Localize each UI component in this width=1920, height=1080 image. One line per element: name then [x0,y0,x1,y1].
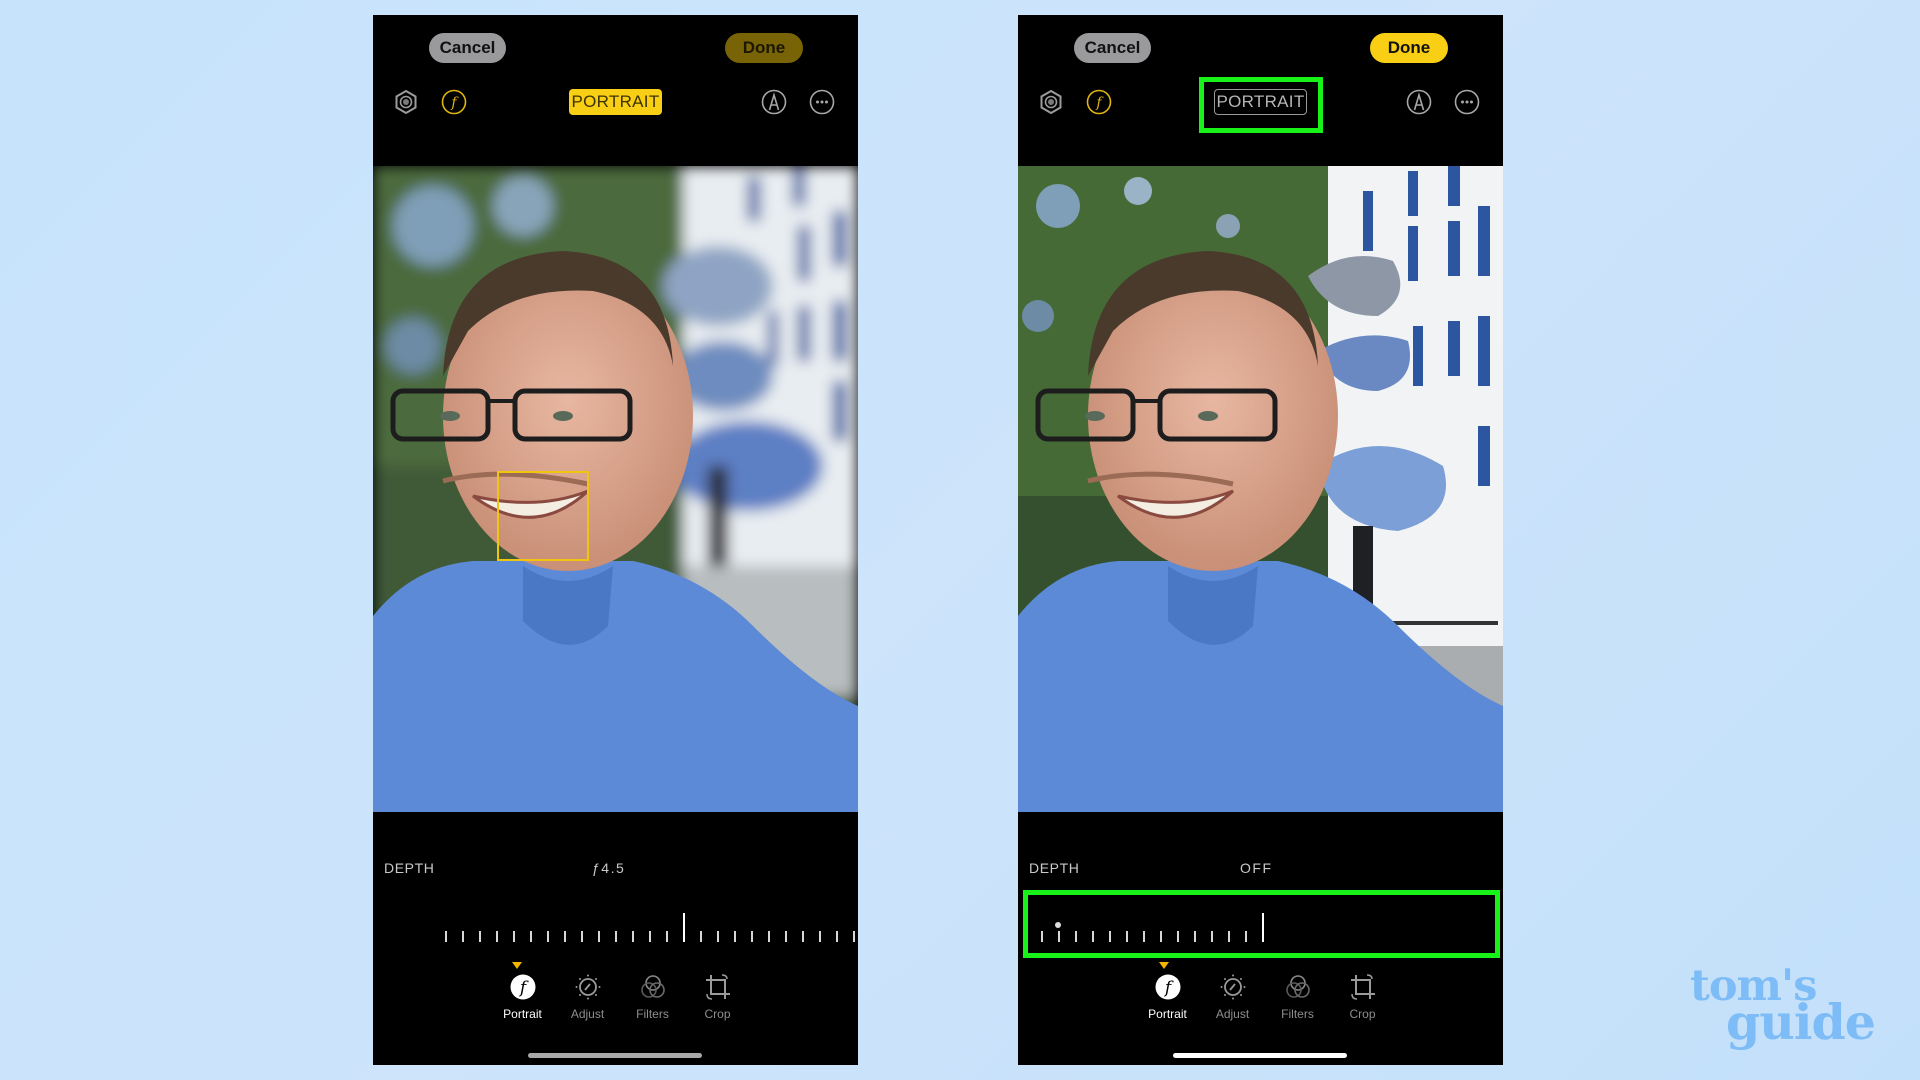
cancel-button[interactable]: Cancel [429,33,506,63]
slider-tick [615,931,617,942]
face-focus-box [497,471,589,561]
adjust-dial-icon [574,973,602,1001]
tab-label: Adjust [1215,1007,1250,1021]
slider-start-dot [1055,922,1061,928]
more-ellipsis-icon[interactable] [1454,89,1480,115]
portrait-photo[interactable] [373,166,858,812]
slider-tick [1109,931,1111,942]
portrait-toggle[interactable]: PORTRAIT [569,89,662,115]
slider-tick [751,931,753,942]
slider-tick [632,931,634,942]
live-photo-icon[interactable] [1038,89,1064,115]
phone-screenshot-before: Cancel Done f PORTRAIT DEPTH ƒ4.5 f Port… [373,15,858,1065]
more-ellipsis-icon[interactable] [809,89,835,115]
slider-tick [1075,931,1077,942]
portrait-f-icon: f [509,973,537,1001]
home-indicator[interactable] [528,1053,702,1058]
slider-tick [1177,931,1179,942]
slider-tick [462,931,464,942]
f-stop-icon[interactable]: f [441,89,467,115]
slider-tick [1143,931,1145,942]
selected-mode-caret [512,962,522,969]
slider-tick [649,931,651,942]
slider-tick [836,931,838,942]
tab-adjust[interactable]: Adjust [555,973,620,1033]
edit-tab-bar: f Portrait Adjust Filters Crop [1135,973,1395,1033]
tab-label: Portrait [503,1007,542,1021]
filters-circles-icon [1284,973,1312,1001]
adjust-dial-icon [1219,973,1247,1001]
tab-label: Filters [1281,1007,1314,1021]
logo-line-2: guide [1726,993,1876,1051]
slider-tick [1211,931,1213,942]
slider-tick [853,931,855,942]
slider-tick [581,931,583,942]
tab-portrait[interactable]: f Portrait [1135,973,1200,1033]
tab-adjust[interactable]: Adjust [1200,973,1265,1033]
slider-tick [1126,931,1128,942]
tab-label: Crop [1349,1007,1376,1021]
depth-slider[interactable] [1018,910,1503,950]
done-button[interactable]: Done [725,33,803,63]
slider-tick [1245,931,1247,942]
cancel-button[interactable]: Cancel [1074,33,1151,63]
slider-tick [700,931,702,942]
f-stop-icon[interactable]: f [1086,89,1112,115]
slider-tick [547,931,549,942]
depth-value: ƒ4.5 [592,860,626,876]
depth-label: DEPTH [1029,860,1080,876]
toms-guide-logo: tom's guide [1690,965,1876,1051]
edit-tab-bar: f Portrait Adjust Filters Crop [490,973,750,1033]
selected-mode-caret [1159,962,1169,969]
crop-rotate-icon [704,973,732,1001]
slider-tick [768,931,770,942]
tab-crop[interactable]: Crop [685,973,750,1033]
slider-tick [717,931,719,942]
slider-tick [802,931,804,942]
slider-current-tick [683,913,685,942]
slider-tick [1160,931,1162,942]
depth-slider[interactable] [373,910,858,950]
svg-text:f: f [1095,95,1104,111]
slider-tick [598,931,600,942]
depth-value: OFF [1240,860,1273,876]
tab-portrait[interactable]: f Portrait [490,973,555,1033]
slider-current-tick [1262,913,1264,942]
tab-crop[interactable]: Crop [1330,973,1395,1033]
slider-tick [496,931,498,942]
portrait-photo[interactable] [1018,166,1503,812]
tab-label: Crop [704,1007,731,1021]
tab-label: Filters [636,1007,669,1021]
slider-tick [1092,931,1094,942]
tab-filters[interactable]: Filters [1265,973,1330,1033]
portrait-f-icon: f [1154,973,1182,1001]
slider-tick [479,931,481,942]
phone-screenshot-after: Cancel Done f PORTRAIT DEPTH OFF f Portr… [1018,15,1503,1065]
markup-pen-icon[interactable] [761,89,787,115]
live-photo-icon[interactable] [393,89,419,115]
slider-tick [513,931,515,942]
tab-label: Adjust [570,1007,605,1021]
slider-tick [530,931,532,942]
crop-rotate-icon [1349,973,1377,1001]
slider-tick [1228,931,1230,942]
slider-tick [1194,931,1196,942]
markup-pen-icon[interactable] [1406,89,1432,115]
home-indicator[interactable] [1173,1053,1347,1058]
tab-filters[interactable]: Filters [620,973,685,1033]
slider-tick [1041,931,1043,942]
slider-tick [819,931,821,942]
depth-label: DEPTH [384,860,435,876]
tab-label: Portrait [1148,1007,1187,1021]
slider-tick [734,931,736,942]
portrait-toggle[interactable]: PORTRAIT [1214,89,1307,115]
filters-circles-icon [639,973,667,1001]
slider-tick [1058,931,1060,942]
slider-tick [666,931,668,942]
svg-text:f: f [450,95,459,111]
done-button[interactable]: Done [1370,33,1448,63]
slider-tick [785,931,787,942]
slider-tick [564,931,566,942]
slider-tick [445,931,447,942]
